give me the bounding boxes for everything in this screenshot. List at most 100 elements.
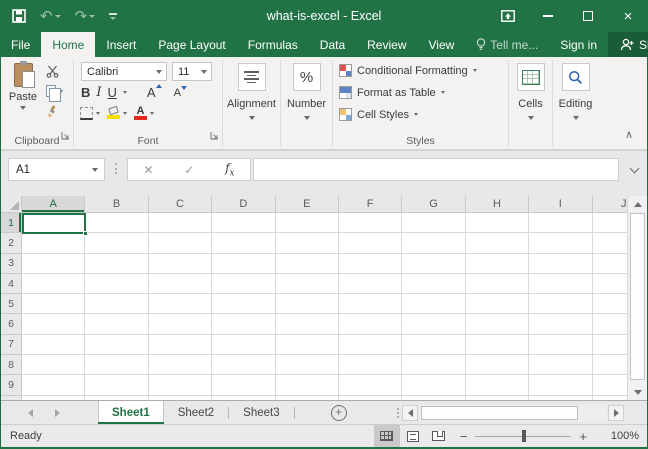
- column-header-E[interactable]: E: [276, 196, 339, 213]
- sheet-tab-sheet2[interactable]: Sheet2: [164, 401, 228, 424]
- cell-B3[interactable]: [85, 254, 148, 274]
- new-sheet-button[interactable]: +: [331, 405, 347, 421]
- cell-D9[interactable]: [212, 375, 275, 395]
- cell-D6[interactable]: [212, 314, 275, 334]
- cell-D2[interactable]: [212, 233, 275, 253]
- cell-C5[interactable]: [149, 294, 212, 314]
- row-header-9[interactable]: 9: [1, 375, 22, 395]
- zoom-slider-thumb[interactable]: [522, 430, 526, 442]
- cell-H8[interactable]: [466, 355, 529, 375]
- cell-H7[interactable]: [466, 335, 529, 355]
- cell-H3[interactable]: [466, 254, 529, 274]
- cut-button[interactable]: [46, 64, 63, 78]
- next-sheet-button[interactable]: [55, 409, 60, 417]
- cell-D7[interactable]: [212, 335, 275, 355]
- alignment-button[interactable]: [238, 63, 266, 91]
- cell-F9[interactable]: [339, 375, 402, 395]
- conditional-formatting-button[interactable]: Conditional Formatting: [339, 64, 477, 77]
- tab-page-layout[interactable]: Page Layout: [147, 32, 236, 57]
- underline-button[interactable]: U: [108, 85, 117, 100]
- cell-E4[interactable]: [276, 274, 339, 294]
- cancel-button[interactable]: ✕: [143, 163, 153, 177]
- tab-home[interactable]: Home: [41, 32, 95, 57]
- cell-G4[interactable]: [402, 274, 465, 294]
- cell-G2[interactable]: [402, 233, 465, 253]
- formula-input[interactable]: [253, 158, 619, 181]
- cell-I5[interactable]: [529, 294, 592, 314]
- cell-B6[interactable]: [85, 314, 148, 334]
- formula-bar-grip[interactable]: [115, 163, 117, 174]
- sign-in-button[interactable]: Sign in: [549, 32, 608, 57]
- cell-G6[interactable]: [402, 314, 465, 334]
- cell-G7[interactable]: [402, 335, 465, 355]
- cell-G3[interactable]: [402, 254, 465, 274]
- cell-I3[interactable]: [529, 254, 592, 274]
- fill-handle[interactable]: [83, 231, 88, 236]
- column-header-J[interactable]: J: [593, 196, 627, 213]
- cell-E9[interactable]: [276, 375, 339, 395]
- cell-J3[interactable]: [593, 254, 627, 274]
- cell-F6[interactable]: [339, 314, 402, 334]
- font-name-combo[interactable]: Calibri: [81, 62, 167, 81]
- normal-view-button[interactable]: [374, 425, 400, 447]
- row-header-6[interactable]: 6: [1, 314, 22, 334]
- zoom-level[interactable]: 100%: [595, 430, 639, 442]
- format-painter-button[interactable]: [46, 104, 63, 118]
- font-size-combo[interactable]: 11: [172, 62, 212, 81]
- page-layout-view-button[interactable]: [400, 425, 426, 447]
- save-button[interactable]: [12, 9, 26, 23]
- horizontal-scrollbar[interactable]: [419, 405, 607, 421]
- number-button[interactable]: %: [293, 63, 321, 91]
- cell-D4[interactable]: [212, 274, 275, 294]
- paste-button[interactable]: Paste: [5, 61, 41, 131]
- scroll-right-button[interactable]: [608, 405, 624, 421]
- cell-H9[interactable]: [466, 375, 529, 395]
- cell-H5[interactable]: [466, 294, 529, 314]
- row-header-3[interactable]: 3: [1, 254, 22, 274]
- cell-E8[interactable]: [276, 355, 339, 375]
- cell-F1[interactable]: [339, 213, 402, 233]
- cell-F2[interactable]: [339, 233, 402, 253]
- cell-E3[interactable]: [276, 254, 339, 274]
- select-all-button[interactable]: [1, 196, 22, 213]
- clipboard-dialog-launcher[interactable]: [61, 127, 70, 145]
- cell-H1[interactable]: [466, 213, 529, 233]
- cell-J6[interactable]: [593, 314, 627, 334]
- editing-dropdown-icon[interactable]: [573, 116, 579, 120]
- cell-E7[interactable]: [276, 335, 339, 355]
- cell-I4[interactable]: [529, 274, 592, 294]
- cell-A4[interactable]: [22, 274, 85, 294]
- page-break-preview-button[interactable]: [426, 425, 452, 447]
- tab-data[interactable]: Data: [309, 32, 356, 57]
- format-as-table-button[interactable]: Format as Table: [339, 86, 445, 99]
- cell-styles-button[interactable]: Cell Styles: [339, 108, 418, 121]
- paste-dropdown-icon[interactable]: [20, 106, 26, 110]
- cell-J8[interactable]: [593, 355, 627, 375]
- undo-dropdown-icon[interactable]: [55, 15, 61, 18]
- copy-button[interactable]: [46, 84, 63, 98]
- cell-I8[interactable]: [529, 355, 592, 375]
- cell-J4[interactable]: [593, 274, 627, 294]
- scroll-up-button[interactable]: [628, 196, 647, 212]
- number-dropdown-icon[interactable]: [304, 116, 310, 120]
- redo-dropdown-icon[interactable]: [89, 15, 95, 18]
- cell-J7[interactable]: [593, 335, 627, 355]
- column-header-C[interactable]: C: [149, 196, 212, 213]
- increase-font-size-button[interactable]: A: [147, 85, 156, 100]
- decrease-font-size-button[interactable]: A: [174, 87, 181, 99]
- cell-A5[interactable]: [22, 294, 85, 314]
- cell-I6[interactable]: [529, 314, 592, 334]
- cell-F8[interactable]: [339, 355, 402, 375]
- borders-button[interactable]: [80, 106, 100, 120]
- font-dialog-launcher[interactable]: [210, 127, 219, 145]
- cell-J2[interactable]: [593, 233, 627, 253]
- cell-C8[interactable]: [149, 355, 212, 375]
- cell-J9[interactable]: [593, 375, 627, 395]
- cell-C6[interactable]: [149, 314, 212, 334]
- alignment-dropdown-icon[interactable]: [249, 116, 255, 120]
- cell-I7[interactable]: [529, 335, 592, 355]
- column-header-F[interactable]: F: [339, 196, 402, 213]
- horizontal-scrollbar-thumb[interactable]: [421, 406, 578, 420]
- cell-H4[interactable]: [466, 274, 529, 294]
- cell-H2[interactable]: [466, 233, 529, 253]
